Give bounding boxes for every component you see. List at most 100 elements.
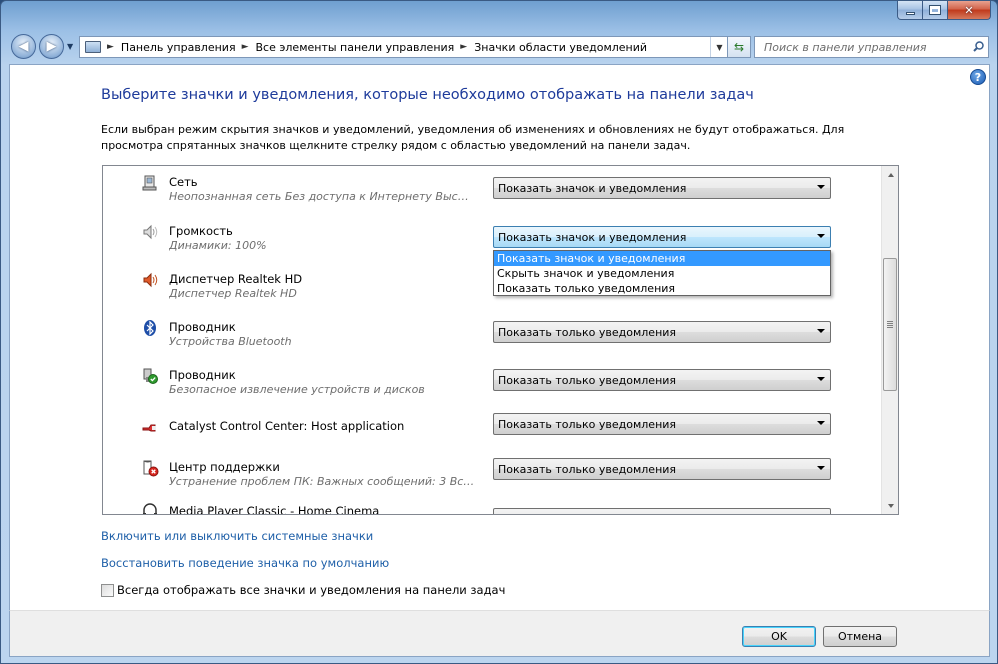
scroll-up-button[interactable] bbox=[882, 166, 898, 183]
behavior-select[interactable]: Показать значок и уведомления bbox=[493, 177, 831, 199]
list-item: Сеть Неопознанная сеть Без доступа к Инт… bbox=[103, 166, 881, 210]
breadcrumb-chevron-icon[interactable]: ► bbox=[107, 42, 114, 52]
navigation-bar: ◀ ▶ ▼ ► Панель управления ► Все элементы… bbox=[9, 33, 989, 61]
minimize-icon bbox=[905, 11, 915, 15]
minimize-button[interactable] bbox=[897, 1, 923, 20]
forward-arrow-icon: ▶ bbox=[46, 39, 57, 54]
cancel-button[interactable]: Отмена bbox=[823, 626, 897, 647]
breadcrumb-control-panel[interactable]: Панель управления bbox=[121, 41, 236, 54]
address-dropdown-button[interactable]: ▼ bbox=[710, 37, 728, 57]
grip-icon bbox=[887, 321, 893, 329]
search-icon[interactable] bbox=[973, 41, 984, 52]
maximize-icon bbox=[930, 6, 940, 14]
always-show-label[interactable]: Всегда отображать все значки и уведомлен… bbox=[117, 583, 505, 597]
chevron-down-icon bbox=[817, 466, 825, 470]
catalyst-icon bbox=[142, 424, 156, 432]
item-name: Проводник bbox=[169, 320, 236, 334]
breadcrumb-notification-icons[interactable]: Значки области уведомлений bbox=[474, 41, 647, 54]
control-panel-icon bbox=[85, 41, 101, 53]
safely-remove-icon bbox=[143, 368, 158, 384]
item-name: Media Player Classic - Home Cinema bbox=[169, 504, 380, 515]
list-item: Media Player Classic - Home Cinema bbox=[103, 496, 881, 515]
item-name: Catalyst Control Center: Host applicatio… bbox=[169, 419, 405, 433]
item-description: Устройства Bluetooth bbox=[169, 335, 292, 348]
search-input[interactable] bbox=[755, 40, 965, 54]
notification-icons-list: Сеть Неопознанная сеть Без доступа к Инт… bbox=[102, 165, 899, 515]
chevron-down-icon bbox=[817, 377, 825, 381]
behavior-value: Показать только уведомления bbox=[498, 325, 677, 339]
breadcrumb-chevron-icon[interactable]: ► bbox=[242, 42, 249, 52]
item-name: Центр поддержки bbox=[169, 460, 280, 474]
dropdown-option[interactable]: Показать значок и уведомления bbox=[494, 251, 830, 266]
behavior-value: Показать значок и уведомления bbox=[498, 181, 687, 195]
close-icon: ✕ bbox=[964, 3, 974, 17]
system-icons-link[interactable]: Включить или выключить системные значки bbox=[101, 529, 373, 543]
back-button[interactable]: ◀ bbox=[11, 34, 36, 59]
breadcrumb-all-items[interactable]: Все элементы панели управления bbox=[256, 41, 455, 54]
dropdown-option[interactable]: Скрыть значок и уведомления bbox=[494, 266, 830, 281]
behavior-select[interactable]: Показать только уведомления bbox=[493, 458, 831, 480]
main-content: ? Выберите значки и уведомления, которые… bbox=[9, 64, 990, 610]
speaker-icon bbox=[143, 224, 158, 240]
behavior-value: Показать значок и уведомления bbox=[498, 230, 687, 244]
refresh-icon: ⇆ bbox=[733, 40, 745, 54]
close-button[interactable]: ✕ bbox=[948, 1, 991, 20]
item-description: Динамики: 100% bbox=[169, 239, 267, 252]
dialog-footer: OK Отмена bbox=[9, 610, 990, 657]
item-name: Сеть bbox=[169, 175, 198, 189]
address-bar[interactable]: ► Панель управления ► Все элементы панел… bbox=[79, 36, 729, 58]
chevron-down-icon bbox=[817, 185, 825, 189]
item-description: Неопознанная сеть Без доступа к Интернет… bbox=[169, 190, 475, 203]
item-name: Диспетчер Realtek HD bbox=[169, 272, 303, 286]
page-title: Выберите значки и уведомления, которые н… bbox=[101, 87, 754, 103]
scroll-down-button[interactable] bbox=[882, 497, 898, 514]
network-icon bbox=[142, 175, 157, 191]
chevron-down-icon bbox=[817, 329, 825, 333]
realtek-speaker-icon bbox=[143, 272, 158, 288]
page-description: Если выбран режим скрытия значков и увед… bbox=[101, 123, 845, 152]
arrow-up-icon bbox=[887, 172, 894, 177]
arrow-down-icon bbox=[887, 503, 894, 508]
behavior-value: Показать только уведомления bbox=[498, 373, 677, 387]
list-item: Catalyst Control Center: Host applicatio… bbox=[103, 406, 881, 450]
behavior-select-open[interactable]: Показать значок и уведомления bbox=[493, 226, 831, 248]
behavior-select[interactable]: Показать только уведомления bbox=[493, 413, 831, 435]
chevron-down-icon bbox=[817, 234, 825, 238]
vertical-scrollbar[interactable] bbox=[881, 166, 898, 514]
item-description: Диспетчер Realtek HD bbox=[169, 287, 297, 300]
behavior-select[interactable]: Показать только уведомления bbox=[493, 369, 831, 391]
dropdown-option[interactable]: Показать только уведомления bbox=[494, 281, 830, 296]
recent-pages-chevron-icon[interactable]: ▼ bbox=[67, 42, 75, 51]
breadcrumb-chevron-icon[interactable]: ► bbox=[460, 42, 467, 52]
forward-button[interactable]: ▶ bbox=[39, 34, 64, 59]
bluetooth-icon bbox=[144, 320, 156, 336]
back-arrow-icon: ◀ bbox=[18, 39, 29, 54]
behavior-dropdown-list: Показать значок и уведомления Скрыть зна… bbox=[493, 250, 831, 296]
action-center-icon bbox=[143, 460, 159, 477]
list-item: Проводник Безопасное извлечение устройст… bbox=[103, 358, 881, 402]
behavior-select[interactable]: Показать только уведомления bbox=[493, 321, 831, 343]
media-player-icon bbox=[143, 503, 157, 514]
chevron-down-icon: ▼ bbox=[716, 42, 723, 52]
behavior-value: Показать только уведомления bbox=[498, 417, 677, 431]
maximize-button[interactable] bbox=[923, 1, 948, 20]
item-name: Громкость bbox=[169, 224, 233, 238]
restore-default-link[interactable]: Восстановить поведение значка по умолчан… bbox=[101, 556, 389, 570]
always-show-checkbox[interactable] bbox=[101, 583, 114, 597]
always-show-option[interactable]: Всегда отображать все значки и уведомлен… bbox=[101, 583, 505, 597]
item-description: Безопасное извлечение устройств и дисков bbox=[169, 383, 425, 396]
list-item: Проводник Устройства Bluetooth Показать … bbox=[103, 310, 881, 354]
control-panel-window: ✕ ◀ ▶ ▼ ► Панель управления ► Все элемен… bbox=[0, 0, 998, 664]
item-description: Устранение проблем ПК: Важных сообщений:… bbox=[169, 475, 475, 488]
scrollbar-thumb[interactable] bbox=[883, 258, 897, 391]
refresh-button[interactable]: ⇆ bbox=[727, 36, 751, 58]
chevron-down-icon bbox=[817, 421, 825, 425]
behavior-value: Показать только уведомления bbox=[498, 462, 677, 476]
list-item: Центр поддержки Устранение проблем ПК: В… bbox=[103, 450, 881, 494]
search-box[interactable] bbox=[754, 36, 989, 58]
ok-button[interactable]: OK bbox=[742, 626, 816, 647]
caption-buttons: ✕ bbox=[897, 1, 991, 20]
behavior-select[interactable] bbox=[493, 508, 831, 514]
help-icon[interactable]: ? bbox=[970, 69, 986, 85]
item-name: Проводник bbox=[169, 368, 236, 382]
